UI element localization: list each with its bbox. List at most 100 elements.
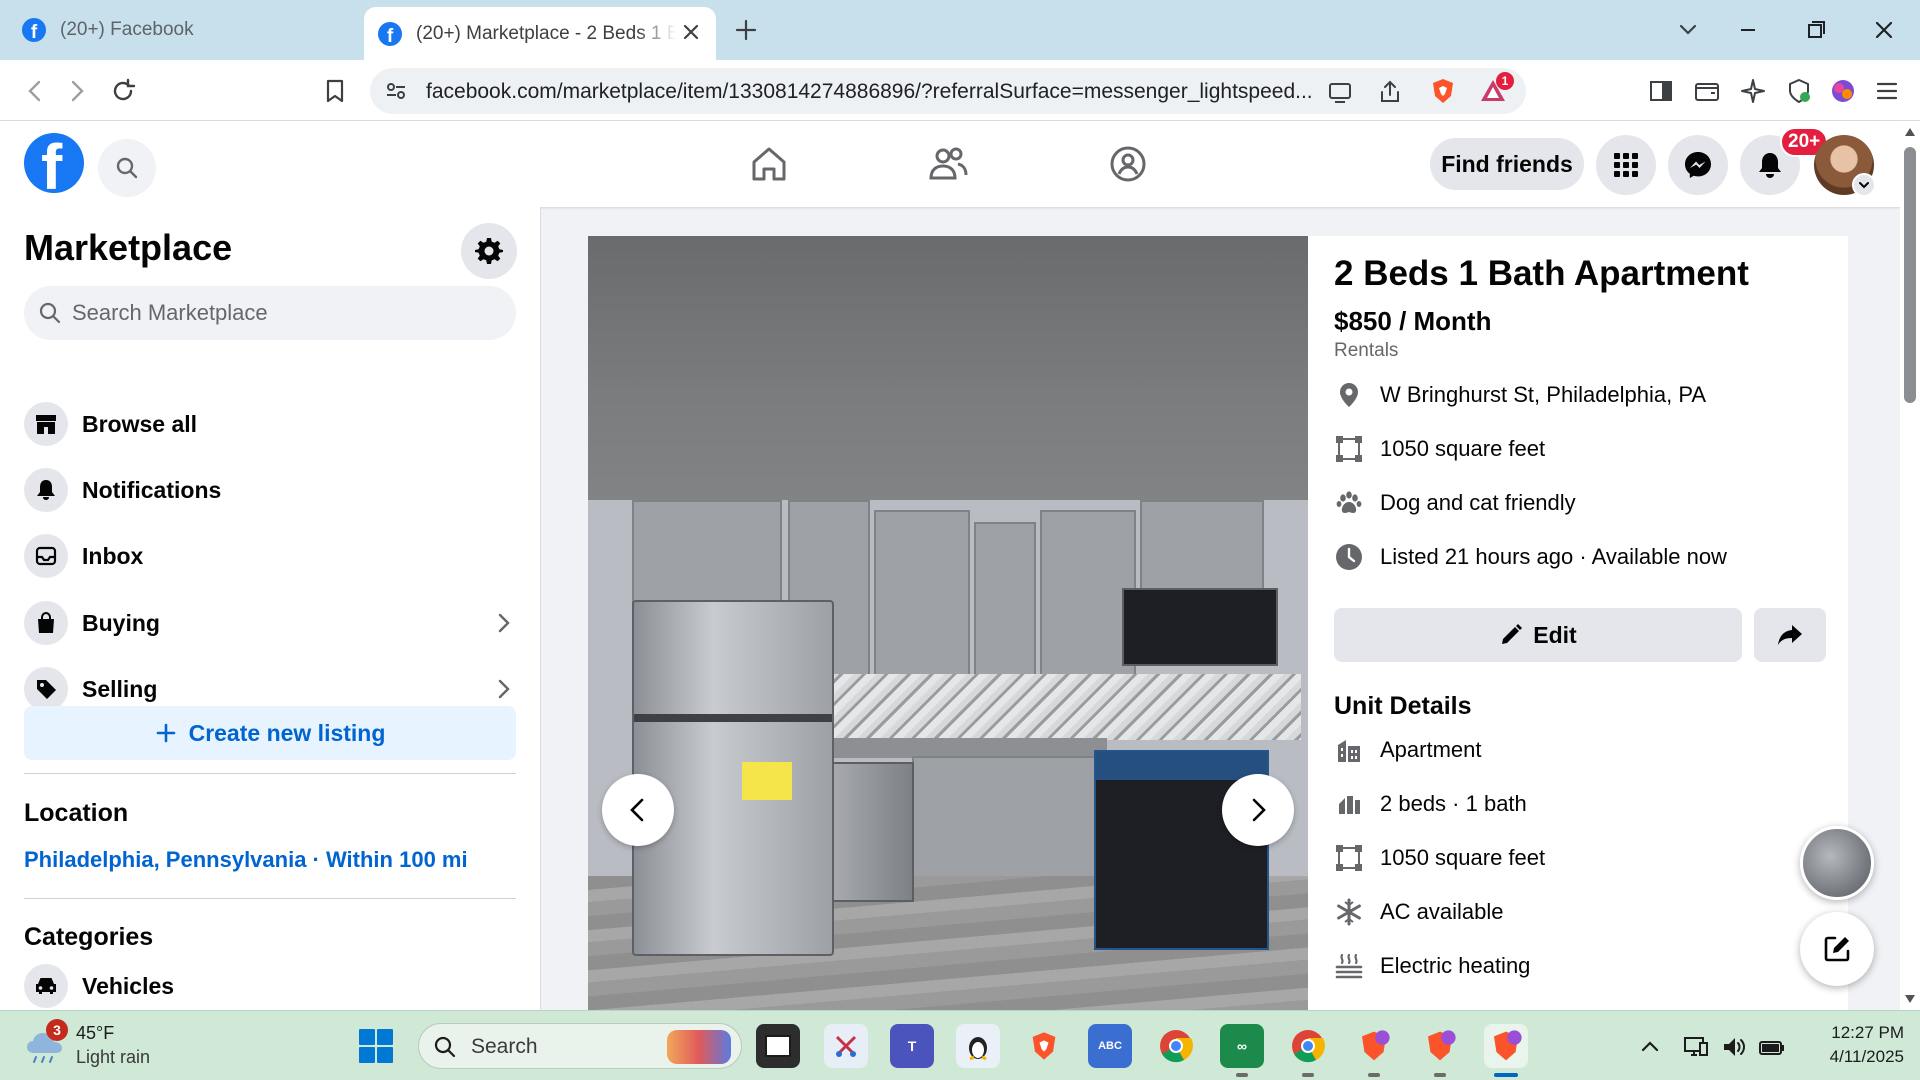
next-photo-button[interactable] — [1222, 774, 1294, 846]
taskbar-search[interactable]: Search — [418, 1023, 742, 1069]
forward-icon[interactable] — [62, 76, 92, 106]
search-input[interactable] — [72, 286, 502, 340]
fact-text: 1050 square feet — [1380, 436, 1546, 461]
close-tab-icon[interactable] — [680, 21, 702, 43]
brave-profile-icon[interactable] — [1352, 1024, 1396, 1068]
category-item-vehicles[interactable]: Vehicles — [24, 959, 518, 1010]
share-arrow-icon — [1778, 625, 1802, 645]
linux-app-icon[interactable] — [956, 1024, 1000, 1068]
sidebar-toggle-icon[interactable] — [1646, 76, 1676, 106]
new-message-button[interactable] — [1800, 912, 1874, 986]
unit-detail-text: Electric heating — [1380, 953, 1531, 978]
snipping-tool-icon[interactable] — [824, 1024, 868, 1068]
tab-facebook[interactable]: f (20+) Facebook — [8, 7, 358, 53]
task-view-icon[interactable] — [756, 1024, 800, 1068]
brave-browser-icon[interactable] — [1022, 1024, 1066, 1068]
leo-ai-icon[interactable] — [1738, 76, 1768, 106]
listing-category[interactable]: Rentals — [1334, 340, 1398, 362]
chevron-up-icon[interactable] — [1636, 1033, 1664, 1061]
browser-toolbar: facebook.com/marketplace/item/1330814274… — [0, 60, 1920, 121]
vpn-icon[interactable] — [1784, 76, 1814, 106]
share-listing-button[interactable] — [1754, 608, 1826, 662]
sidebar-item-inbox[interactable]: Inbox — [24, 529, 518, 583]
reload-icon[interactable] — [108, 76, 138, 106]
profile-icon[interactable] — [1828, 76, 1858, 106]
sidebar-item-buying[interactable]: Buying — [24, 596, 518, 650]
facebook-header: f Find friends 20+ — [0, 121, 1900, 207]
wallet-icon[interactable] — [1692, 76, 1722, 106]
tab-search-chevron-icon[interactable] — [1672, 14, 1704, 46]
listing-photo[interactable] — [588, 236, 1308, 1010]
back-icon[interactable] — [20, 76, 50, 106]
groups-icon[interactable] — [1107, 143, 1149, 185]
sidebar-item-notifications[interactable]: Notifications — [24, 463, 518, 517]
tab-marketplace[interactable]: f (20+) Marketplace - 2 Beds 1 Bath Apar… — [364, 7, 716, 60]
facebook-search-button[interactable] — [98, 139, 156, 197]
storefront-icon — [24, 402, 68, 446]
home-icon[interactable] — [748, 143, 790, 185]
chrome-profile-icon[interactable] — [1286, 1024, 1330, 1068]
abc-proxy-icon[interactable]: ABC — [1088, 1024, 1132, 1068]
close-window-icon[interactable] — [1868, 14, 1900, 46]
restore-icon[interactable] — [1800, 14, 1832, 46]
menu-grid-button[interactable] — [1596, 135, 1656, 195]
brave-profile-icon[interactable] — [1418, 1024, 1462, 1068]
page-scrollbar[interactable] — [1900, 121, 1920, 1010]
compose-icon — [1824, 936, 1850, 962]
volume-icon[interactable] — [1720, 1033, 1748, 1061]
account-chevron-down-icon[interactable] — [1852, 173, 1876, 197]
sidebar-title: Marketplace — [24, 227, 233, 268]
system-clock[interactable]: 12:27 PM 4/11/2025 — [1800, 1021, 1904, 1069]
location-pin-icon — [1332, 378, 1366, 412]
listing-title: 2 Beds 1 Bath Apartment — [1334, 254, 1749, 293]
fact-text[interactable]: W Bringhurst St, Philadelphia, PA — [1380, 382, 1706, 408]
chevron-right-icon — [498, 679, 510, 699]
teams-icon[interactable]: T — [890, 1024, 934, 1068]
location-link[interactable]: Philadelphia, Pennsylvania · Within 100 … — [24, 847, 468, 873]
address-bar[interactable]: facebook.com/marketplace/item/1330814274… — [370, 68, 1526, 114]
create-new-listing-button[interactable]: Create new listing — [24, 706, 516, 760]
facebook-logo-icon[interactable]: f — [24, 133, 84, 193]
scroll-down-icon[interactable] — [1904, 994, 1916, 1004]
new-tab-icon[interactable] — [732, 16, 760, 44]
unit-detail-type: Apartment — [1332, 730, 1482, 770]
scrollbar-thumb[interactable] — [1904, 147, 1916, 403]
previous-photo-button[interactable] — [602, 774, 674, 846]
unit-detail-ac: AC available — [1332, 892, 1504, 932]
chrome-icon[interactable] — [1154, 1024, 1198, 1068]
running-indicator — [1434, 1073, 1446, 1077]
categories-heading: Categories — [24, 923, 154, 951]
share-page-icon[interactable] — [1376, 78, 1404, 106]
link-app-icon[interactable]: ∞ — [1220, 1024, 1264, 1068]
sidebar-item-browse-all[interactable]: Browse all — [24, 397, 518, 451]
search-icon — [434, 1036, 456, 1058]
find-friends-button[interactable]: Find friends — [1430, 138, 1584, 190]
brave-shields-icon[interactable] — [1428, 76, 1458, 106]
messenger-button[interactable] — [1668, 135, 1728, 195]
sidebar-item-label: Inbox — [82, 542, 144, 569]
chat-head-thumbnail[interactable] — [1800, 826, 1874, 900]
brave-active-window-icon[interactable] — [1484, 1024, 1528, 1068]
messenger-icon — [1685, 152, 1711, 178]
cast-icon[interactable] — [1326, 78, 1354, 106]
chevron-right-icon — [498, 613, 510, 633]
photo-refrigerator — [632, 600, 834, 956]
running-indicator — [1368, 1073, 1380, 1077]
pencil-icon — [1502, 624, 1523, 644]
minimize-icon[interactable] — [1732, 14, 1764, 46]
marketplace-settings-button[interactable] — [461, 223, 517, 279]
bookmark-icon[interactable] — [320, 76, 350, 106]
menu-icon[interactable] — [1872, 76, 1902, 106]
windows-start-icon[interactable] — [358, 1028, 394, 1064]
network-icon[interactable] — [1682, 1033, 1710, 1061]
site-settings-icon[interactable] — [384, 79, 408, 103]
fact-text: Dog and cat friendly — [1380, 490, 1576, 515]
weather-condition: Light rain — [76, 1047, 151, 1067]
weather-alert-badge: 3 — [46, 1019, 68, 1041]
scroll-up-icon[interactable] — [1904, 127, 1916, 137]
edit-listing-button[interactable]: Edit — [1334, 608, 1742, 662]
snowflake-icon — [1332, 895, 1366, 929]
weather-widget[interactable]: 3 45°F Light rain — [24, 1019, 184, 1071]
battery-icon[interactable] — [1758, 1033, 1786, 1061]
friends-icon[interactable] — [927, 143, 969, 185]
